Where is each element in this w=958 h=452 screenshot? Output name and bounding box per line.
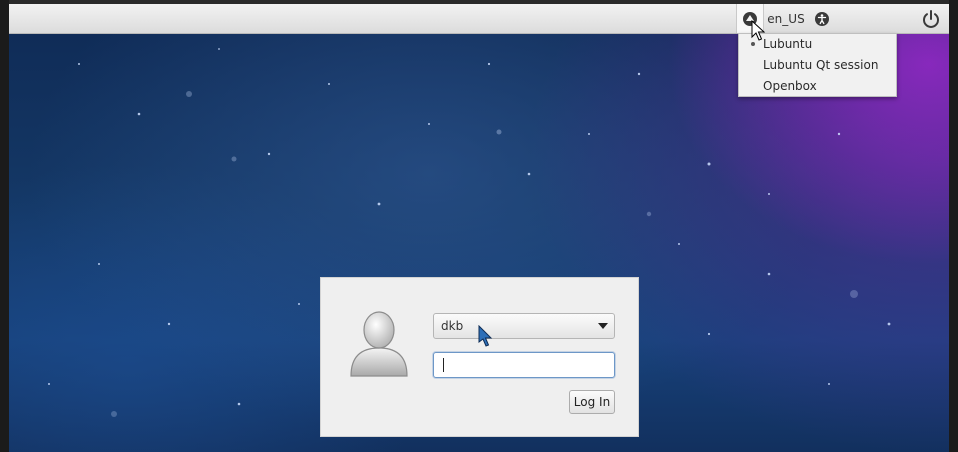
session-item-openbox[interactable]: Openbox xyxy=(763,76,817,96)
accessibility-button[interactable] xyxy=(812,4,832,33)
login-button[interactable]: Log In xyxy=(569,390,615,414)
mouse-pointer-icon xyxy=(751,20,765,41)
user-avatar-icon xyxy=(350,311,408,377)
session-item-lubuntu[interactable]: Lubuntu xyxy=(763,34,812,54)
power-icon xyxy=(923,9,939,28)
chevron-down-icon xyxy=(598,323,608,329)
top-panel: en_US xyxy=(9,4,949,34)
username-value: dkb xyxy=(441,319,464,333)
accessibility-icon xyxy=(815,11,829,26)
selected-session-bullet xyxy=(751,42,755,46)
username-dropdown[interactable]: dkb xyxy=(433,313,615,339)
text-caret xyxy=(443,358,444,372)
session-menu: Lubuntu Lubuntu Qt session Openbox xyxy=(738,33,897,97)
session-item-lubuntu-qt[interactable]: Lubuntu Qt session xyxy=(763,55,878,75)
login-panel: dkb Log In xyxy=(320,277,639,437)
mouse-pointer-icon xyxy=(478,325,493,347)
power-button[interactable] xyxy=(917,4,945,33)
password-field[interactable] xyxy=(433,352,615,378)
language-indicator[interactable]: en_US xyxy=(765,4,807,33)
window-frame-left xyxy=(0,0,9,452)
window-frame-right xyxy=(949,0,958,452)
